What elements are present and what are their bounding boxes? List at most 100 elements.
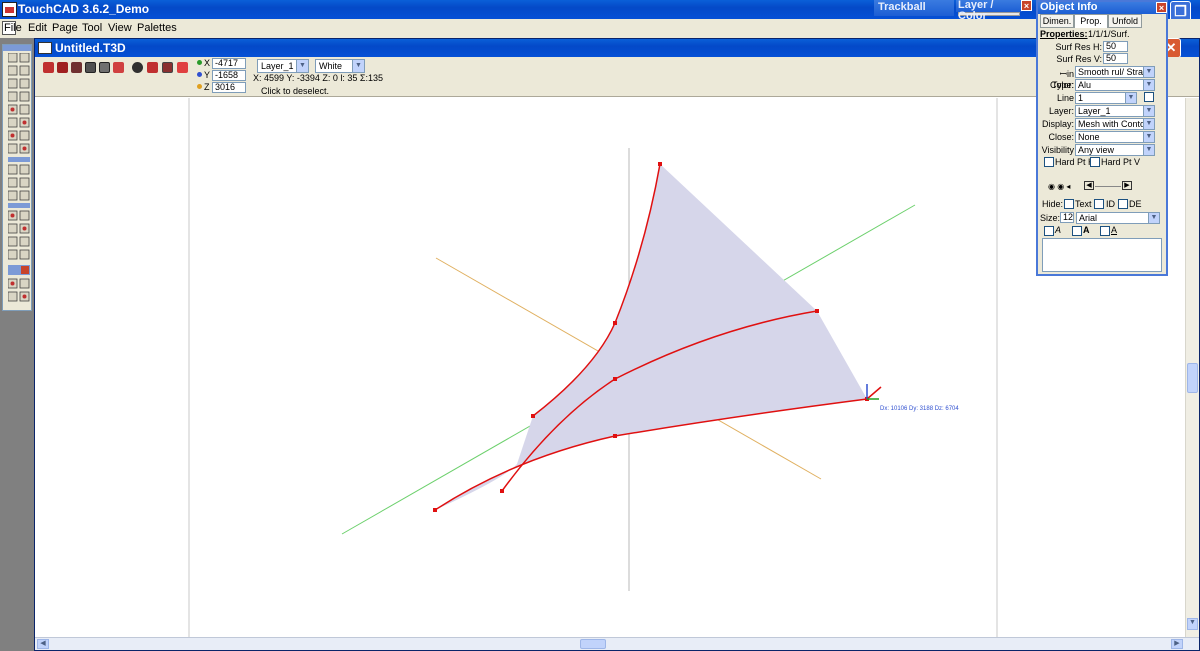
app-icon[interactable] xyxy=(2,2,17,17)
bold-checkbox[interactable] xyxy=(1072,226,1082,236)
layer-prop-select[interactable]: Layer_1 ▼ xyxy=(1075,105,1155,117)
link-tool-icon[interactable] xyxy=(71,62,82,73)
control-point[interactable] xyxy=(433,508,437,512)
control-point[interactable] xyxy=(500,489,504,493)
hard-pt-v-checkbox[interactable] xyxy=(1090,157,1100,167)
size-field[interactable]: 12 xyxy=(1060,212,1074,223)
properties-label: Properties: xyxy=(1040,29,1088,39)
snap-tool-icon[interactable] xyxy=(85,62,96,73)
step-buttons-icon[interactable]: ◉ ◉ ◂ xyxy=(1048,182,1070,191)
gizmo-x-arrow[interactable] xyxy=(866,386,882,400)
italic-icon: A xyxy=(1055,225,1062,235)
hide-id-checkbox[interactable] xyxy=(1094,199,1104,209)
color-select[interactable]: White ▼ xyxy=(315,59,365,73)
document-window: Untitled.T3D ✕ X -4717 Y -1658 Z 3016 La… xyxy=(34,38,1200,651)
x-coordinate-field[interactable]: -4717 xyxy=(212,58,246,69)
control-point[interactable] xyxy=(658,162,662,166)
shade-tool-icon[interactable] xyxy=(132,62,143,73)
object-info-panel: Object Info × Dimen. Prop. Unfold Proper… xyxy=(1036,0,1168,276)
curve-tool-icon[interactable] xyxy=(147,62,158,73)
tab-dimen[interactable]: Dimen. xyxy=(1040,14,1074,28)
color-label: Color: xyxy=(1049,80,1074,90)
trackball-panel-tab[interactable]: Trackball xyxy=(874,0,954,16)
step-prev-icon[interactable]: ◀ xyxy=(1084,181,1094,190)
app-title-bar: TouchCAD 3.6.2_Demo Trackball Layer / Co… xyxy=(0,0,1200,22)
control-point[interactable] xyxy=(613,321,617,325)
z-coordinate-field[interactable]: 3016 xyxy=(212,82,246,93)
tab-prop[interactable]: Prop. xyxy=(1074,14,1108,28)
layer-color-panel-tab[interactable]: Layer / Color xyxy=(956,0,1022,22)
vertical-scrollbar[interactable]: ▼ xyxy=(1185,98,1199,637)
menu-tool[interactable]: Tool xyxy=(82,22,102,34)
close-select[interactable]: None ▼ xyxy=(1075,131,1155,143)
horizontal-scrollbar[interactable]: ◀ ▶ xyxy=(35,637,1199,650)
visibility-label: Visibility xyxy=(1041,145,1074,155)
hide-label: Hide: xyxy=(1042,199,1064,209)
y-coordinate-field[interactable]: -1658 xyxy=(212,70,246,81)
vertical-scroll-thumb[interactable] xyxy=(1187,363,1198,393)
menu-view[interactable]: View xyxy=(108,22,132,34)
line-select[interactable]: 1 ▼ xyxy=(1075,92,1137,104)
underline-checkbox[interactable] xyxy=(1100,226,1110,236)
z-axis-dot-icon xyxy=(197,84,202,89)
hide-de-checkbox[interactable] xyxy=(1118,199,1128,209)
surf-res-h-field[interactable]: 50 xyxy=(1103,41,1128,52)
scroll-down-icon[interactable]: ▼ xyxy=(1187,618,1198,630)
hide-text-checkbox[interactable] xyxy=(1064,199,1074,209)
visibility-select[interactable]: Any view ▼ xyxy=(1075,144,1155,156)
layer-color-close-icon[interactable]: × xyxy=(1021,0,1032,11)
scroll-left-icon[interactable]: ◀ xyxy=(37,639,49,649)
close-label: Close: xyxy=(1048,132,1074,142)
line-checkbox[interactable] xyxy=(1144,92,1154,102)
display-select[interactable]: Mesh with Contou ▼ xyxy=(1075,118,1155,130)
notes-textarea[interactable] xyxy=(1042,238,1162,272)
control-point[interactable] xyxy=(613,377,617,381)
tool-grid xyxy=(7,52,30,312)
control-point[interactable] xyxy=(531,414,535,418)
hide-text-label: Text xyxy=(1075,199,1092,209)
tab-unfold[interactable]: Unfold xyxy=(1108,14,1142,28)
hard-pt-v-label: Hard Pt V xyxy=(1101,157,1141,167)
menu-palettes[interactable]: Palettes xyxy=(137,22,177,34)
italic-checkbox[interactable] xyxy=(1044,226,1054,236)
control-point[interactable] xyxy=(613,434,617,438)
hide-id-label: ID xyxy=(1106,199,1115,209)
pointer-tool-icon[interactable] xyxy=(43,62,54,73)
color-prop-select[interactable]: Alu ▼ xyxy=(1075,79,1155,91)
scroll-right-icon[interactable]: ▶ xyxy=(1171,639,1183,649)
menu-file[interactable]: File xyxy=(4,22,22,34)
tool-palette-header xyxy=(3,45,31,51)
tool-icons[interactable] xyxy=(7,52,30,309)
hard-pt-h-checkbox[interactable] xyxy=(1044,157,1054,167)
control-point[interactable] xyxy=(815,309,819,313)
delete-tool-icon[interactable] xyxy=(177,62,188,73)
skin-type-select[interactable]: Smooth rul/ Stra ▼ xyxy=(1075,66,1155,78)
surface-patch[interactable] xyxy=(435,164,867,510)
hide-de-label: DE xyxy=(1129,199,1142,209)
menu-bar: File Edit Page Tool View Palettes xyxy=(0,19,1200,38)
menu-page[interactable]: Page xyxy=(52,22,78,34)
font-select[interactable]: Arial ▼ xyxy=(1076,212,1160,224)
viewport-svg[interactable]: Dx: 10106 Dy: 3188 Dz: 6704 xyxy=(35,98,1185,637)
3d-viewport[interactable]: Dx: 10106 Dy: 3188 Dz: 6704 xyxy=(35,98,1185,637)
properties-value: 1/1/1/Surf. xyxy=(1088,29,1130,39)
step-slider[interactable] xyxy=(1095,186,1121,187)
surf-res-h-label: Surf Res H: xyxy=(1055,42,1102,52)
mesh-tool-icon[interactable] xyxy=(162,62,173,73)
document-icon[interactable] xyxy=(38,42,52,54)
app-title: TouchCAD 3.6.2_Demo xyxy=(18,2,150,16)
document-toolbar: X -4717 Y -1658 Z 3016 Layer_1 ▼ White ▼ X… xyxy=(35,57,1199,97)
line-label: Line xyxy=(1056,93,1074,103)
object-info-close-icon[interactable]: × xyxy=(1156,2,1167,13)
cursor-readout: X: 4599 Y: -3394 Z: 0 l: 35 Σ:135 xyxy=(253,73,383,83)
x-label: X xyxy=(204,58,211,68)
node-tool-icon[interactable] xyxy=(57,62,68,73)
step-next-icon[interactable]: ▶ xyxy=(1122,181,1132,190)
grid-tool-icon[interactable] xyxy=(99,62,110,73)
surf-res-v-field[interactable]: 50 xyxy=(1103,53,1128,64)
horizontal-scroll-thumb[interactable] xyxy=(580,639,606,649)
menu-edit[interactable]: Edit xyxy=(28,22,47,34)
layer-select[interactable]: Layer_1 ▼ xyxy=(257,59,309,73)
size-label: Size: xyxy=(1040,213,1061,223)
pen-tool-icon[interactable] xyxy=(113,62,124,73)
